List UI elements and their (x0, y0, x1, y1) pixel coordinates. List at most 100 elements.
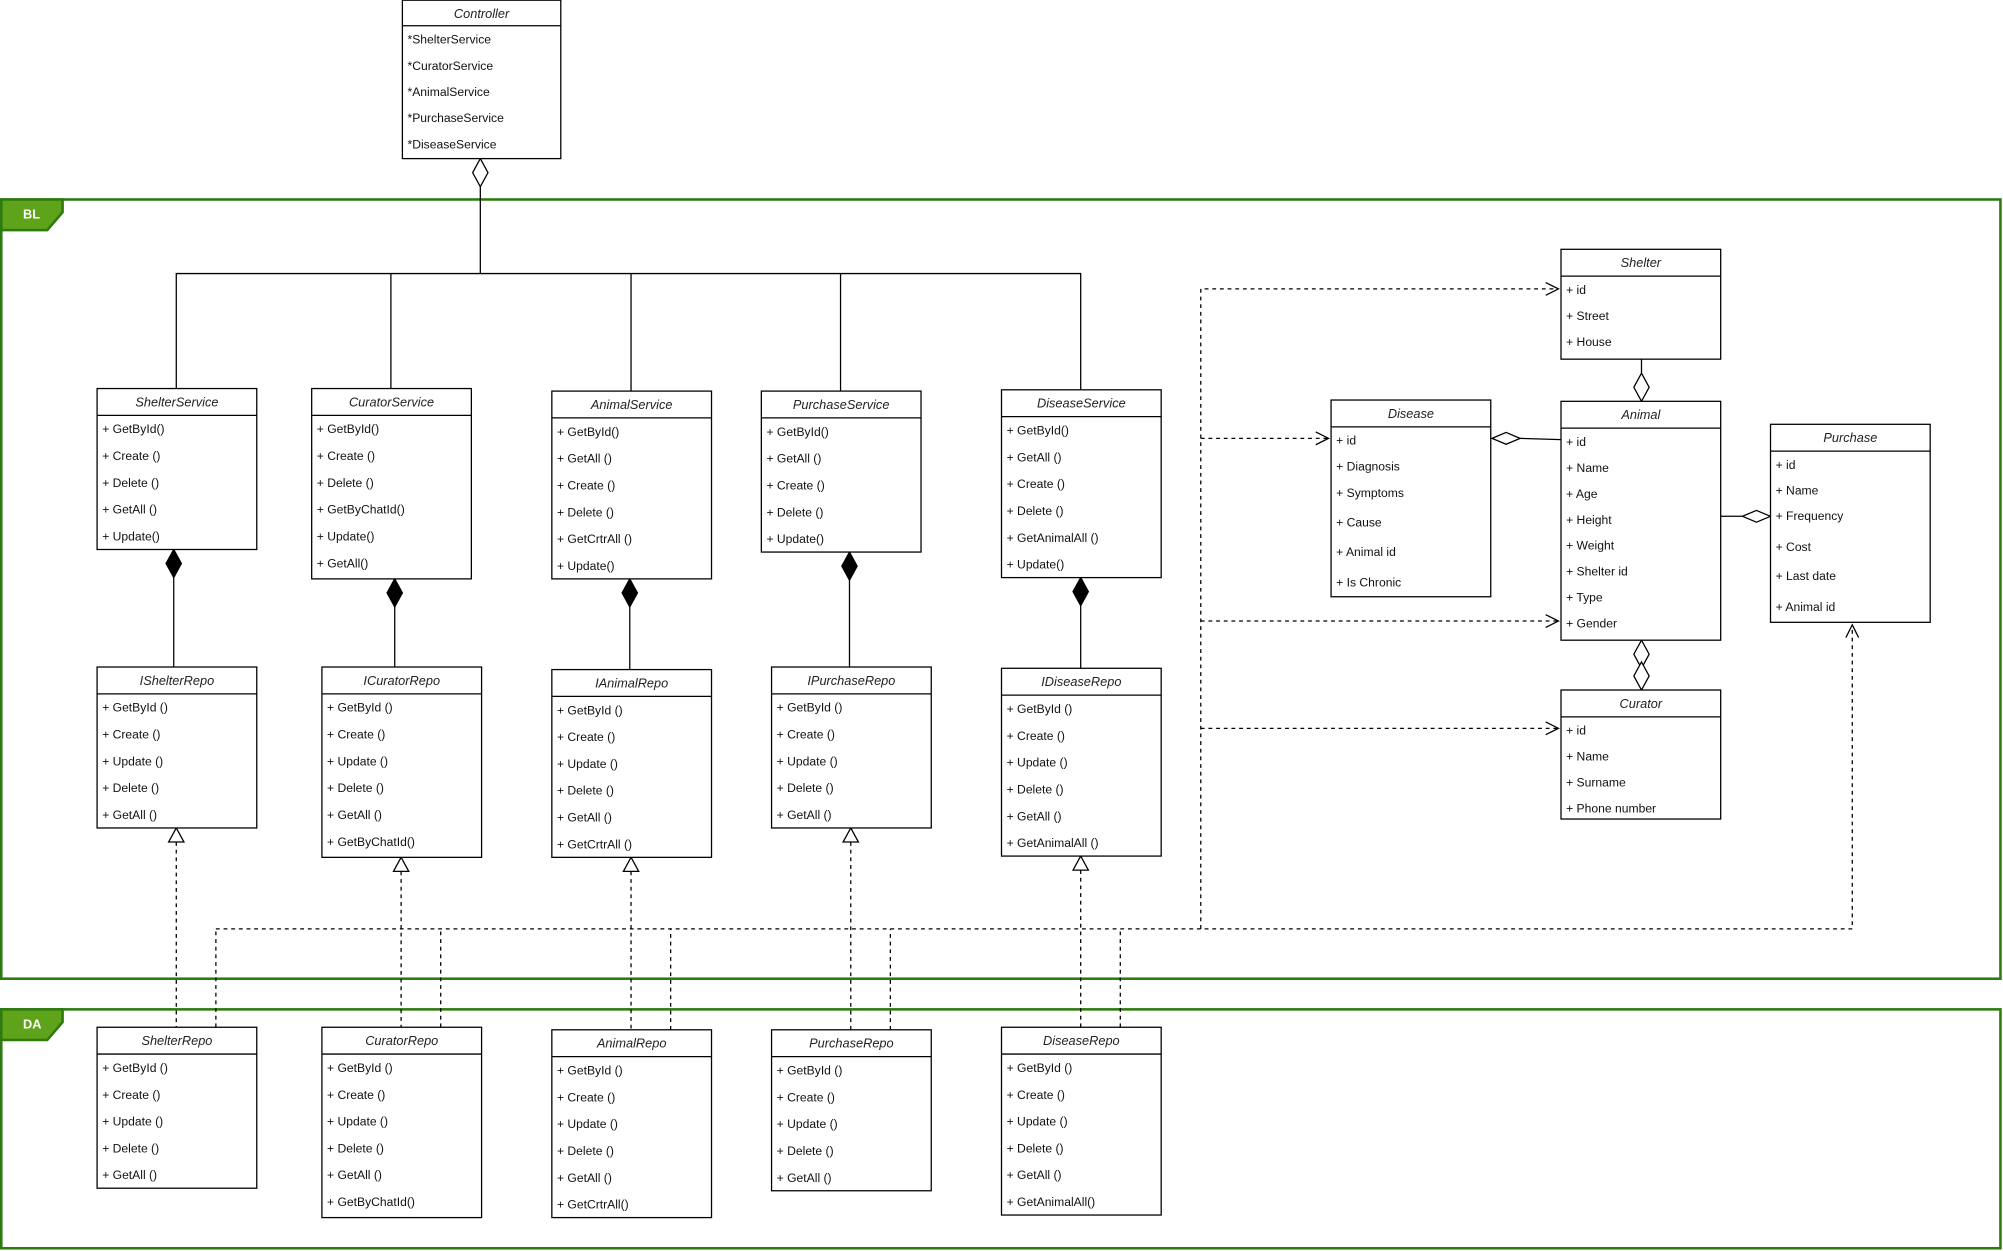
composition-diamond-icon (621, 577, 639, 609)
class-ishelter-repo[interactable]: IShelterRepo + GetById () + Create () + Upd… (96, 666, 258, 829)
realization-triangle-icon (842, 826, 860, 843)
class-icurator-repo[interactable]: ICuratorRepo + GetById () + Create () + Upd… (321, 666, 483, 858)
class-member: + GetCrtrAll () (557, 837, 632, 851)
aggregation-diamond-icon (1633, 660, 1650, 692)
class-animal[interactable]: Animal + id + Name + Age + Height + Weight + S… (1560, 400, 1722, 641)
class-member: + Update () (327, 1115, 388, 1129)
class-member: + Age (1566, 487, 1598, 501)
class-member: + GetAll () (557, 811, 612, 825)
class-member: + GetAll () (1007, 450, 1062, 464)
class-curator[interactable]: Curator + id + Name + Surname + Phone number (1560, 689, 1722, 820)
class-member: + Animal id (1776, 600, 1836, 614)
class-name: IPurchaseRepo (807, 673, 895, 688)
class-member: + Update () (557, 1117, 618, 1131)
class-member: + Frequency (1776, 509, 1845, 523)
realization-triangle-icon (392, 856, 410, 873)
aggregation-diamond-icon (1633, 371, 1650, 403)
class-member: + Height (1566, 513, 1612, 527)
package-label: BL (23, 207, 40, 222)
class-member: + Update () (102, 754, 163, 768)
class-member: + GetById () (327, 701, 393, 715)
class-member: + id (1336, 434, 1356, 448)
class-shelter[interactable]: Shelter + id + Street + House (1560, 248, 1722, 360)
class-ianimal-repo[interactable]: IAnimalRepo + GetById () + Create () + Upda… (551, 668, 713, 858)
class-name: ICuratorRepo (363, 673, 440, 688)
class-disease[interactable]: Disease + id + Diagnosis + Symptoms + Cause +… (1330, 399, 1492, 598)
class-member: + Diagnosis (1336, 459, 1400, 473)
class-member: + Delete () (1007, 782, 1064, 796)
class-member: + Create () (557, 730, 615, 744)
class-member: + GetById () (777, 701, 843, 715)
class-member: + Create () (777, 728, 835, 742)
composition-diamond-icon (165, 548, 183, 579)
class-member: + Create () (1007, 1088, 1065, 1102)
class-member: + id (1776, 458, 1796, 472)
class-shelter-repo[interactable]: ShelterRepo + GetById () + Create () + Upda… (96, 1026, 258, 1189)
class-member: + GetById () (777, 1064, 843, 1078)
class-member: *CuratorService (407, 59, 493, 73)
class-curator-service[interactable]: CuratorService + GetById() + Create () + De… (311, 387, 473, 580)
class-shelter-service[interactable]: ShelterService + GetById() + Create () + De… (96, 387, 258, 551)
class-controller[interactable]: Controller *ShelterService *CuratorService… (401, 0, 562, 160)
class-member: + id (1566, 435, 1586, 449)
class-animal-service[interactable]: AnimalService + GetById() + GetAll () + Cre… (551, 390, 713, 580)
class-member: + Delete () (102, 1141, 159, 1155)
class-member: + Update () (102, 1115, 163, 1129)
class-idisease-repo[interactable]: IDiseaseRepo + GetById () + Create () + Upd… (1000, 667, 1162, 857)
class-member: *DiseaseService (407, 137, 496, 151)
class-name: DiseaseService (1037, 396, 1126, 411)
class-member: + Create () (777, 1090, 835, 1104)
class-member: + Cost (1776, 540, 1812, 554)
class-member: + Gender (1566, 617, 1617, 631)
class-member: + Cause (1336, 515, 1382, 529)
class-animal-repo[interactable]: AnimalRepo + GetById () + Create () + Updat… (551, 1029, 713, 1219)
class-name: IAnimalRepo (595, 675, 668, 690)
class-member: + GetById() (557, 425, 619, 439)
class-purchase-repo[interactable]: PurchaseRepo + GetById () + Create () + Upd… (770, 1029, 932, 1192)
aggregation-line (1520, 437, 1562, 441)
class-member: + Update () (777, 1117, 838, 1131)
class-member: + GetAll () (557, 1171, 612, 1185)
class-disease-repo[interactable]: DiseaseRepo + GetById () + Create () + Upda… (1000, 1026, 1162, 1216)
class-name: AnimalRepo (596, 1036, 667, 1051)
aggregation-line (175, 272, 1082, 390)
class-member: + Update () (777, 754, 838, 768)
class-member: + Create () (102, 1088, 160, 1102)
class-member: + Last date (1776, 569, 1837, 583)
class-member: + GetById() (102, 422, 164, 436)
class-disease-service[interactable]: DiseaseService + GetById() + GetAll () + Cr… (1000, 389, 1162, 579)
class-name: Animal (1620, 407, 1661, 422)
class-ipurchase-repo[interactable]: IPurchaseRepo + GetById () + Create () + Up… (770, 666, 932, 829)
class-member: + id (1566, 283, 1586, 297)
class-member: + GetById () (1007, 1061, 1073, 1075)
realization-triangle-icon (167, 826, 186, 843)
class-member: + Update () (1007, 756, 1068, 770)
class-member: + Update () (1007, 1115, 1068, 1129)
class-name: CuratorService (349, 394, 434, 409)
class-member: + Delete () (1007, 504, 1064, 518)
class-member: + Name (1566, 750, 1609, 764)
class-member: + Surname (1566, 776, 1626, 790)
class-purchase[interactable]: Purchase + id + Name + Frequency + Cost + Las… (1769, 423, 1931, 623)
class-purchase-service[interactable]: PurchaseService + GetById() + GetAll () + C… (760, 390, 922, 553)
class-member: + Update () (557, 757, 618, 771)
class-name: Disease (1388, 406, 1434, 421)
class-member: + Delete () (327, 1141, 384, 1155)
class-member: + GetAll () (327, 1168, 382, 1182)
class-member: + GetAll () (102, 1168, 157, 1182)
class-name: CuratorRepo (365, 1033, 438, 1048)
class-member: + Weight (1566, 539, 1615, 553)
class-name: AnimalService (590, 397, 673, 412)
class-member: + GetByChatId() (317, 503, 405, 517)
class-curator-repo[interactable]: CuratorRepo + GetById () + Create () + Upda… (321, 1026, 483, 1219)
class-member: + Create () (327, 728, 385, 742)
class-member: + GetById() (317, 422, 379, 436)
class-name: PurchaseRepo (809, 1036, 893, 1051)
class-member: + GetById() (1007, 424, 1069, 438)
class-name: IShelterRepo (140, 673, 215, 688)
class-member: + GetById() (766, 425, 828, 439)
class-member: + GetAll () (766, 452, 821, 466)
class-member: + GetById () (557, 703, 623, 717)
class-member: + Update() (766, 532, 824, 546)
class-member: + Street (1566, 309, 1609, 323)
